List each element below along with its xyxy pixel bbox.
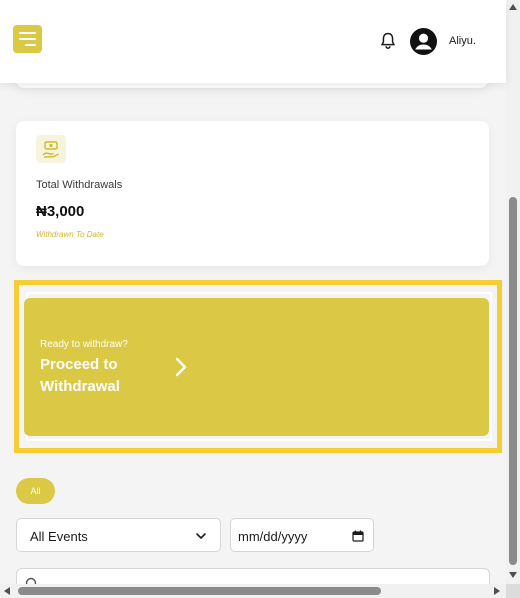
money-hand-icon bbox=[36, 135, 66, 163]
scroll-right-icon[interactable] bbox=[494, 587, 500, 595]
scrollbar-corner bbox=[506, 584, 520, 598]
bell-icon[interactable] bbox=[378, 31, 398, 51]
chevron-right-icon bbox=[175, 357, 187, 377]
stat-label: Total Withdrawals bbox=[36, 179, 123, 191]
user-circle-icon[interactable] bbox=[410, 28, 437, 55]
proceed-to-withdrawal-button[interactable]: Ready to withdraw? Proceed to Withdrawal bbox=[24, 298, 489, 436]
calendar-icon[interactable] bbox=[352, 530, 364, 542]
horizontal-scrollbar-thumb[interactable] bbox=[18, 587, 381, 595]
cta-kicker: Ready to withdraw? bbox=[40, 339, 128, 350]
stat-value: ₦3,000 bbox=[36, 203, 85, 220]
scroll-up-icon[interactable] bbox=[509, 4, 517, 10]
date-field[interactable]: mm/dd/yyyy bbox=[230, 518, 374, 552]
cta-title: Proceed to Withdrawal bbox=[40, 356, 120, 395]
scroll-left-icon[interactable] bbox=[4, 587, 10, 595]
top-bar: Aliyu. bbox=[0, 0, 506, 83]
filter-chip-all[interactable]: All bbox=[16, 478, 55, 504]
date-placeholder: mm/dd/yyyy bbox=[238, 529, 308, 544]
scroll-down-icon[interactable] bbox=[509, 572, 517, 578]
vertical-scrollbar-thumb[interactable] bbox=[509, 197, 517, 565]
stat-subtext: Withdrawn To Date bbox=[36, 230, 104, 239]
event-select[interactable]: All Events bbox=[16, 518, 221, 552]
event-select-value: All Events bbox=[30, 529, 88, 544]
total-withdrawals-card: Total Withdrawals ₦3,000 Withdrawn To Da… bbox=[16, 121, 489, 266]
hamburger-menu-icon[interactable] bbox=[13, 25, 42, 53]
username[interactable]: Aliyu. bbox=[449, 35, 476, 47]
chevron-down-icon bbox=[196, 533, 206, 539]
